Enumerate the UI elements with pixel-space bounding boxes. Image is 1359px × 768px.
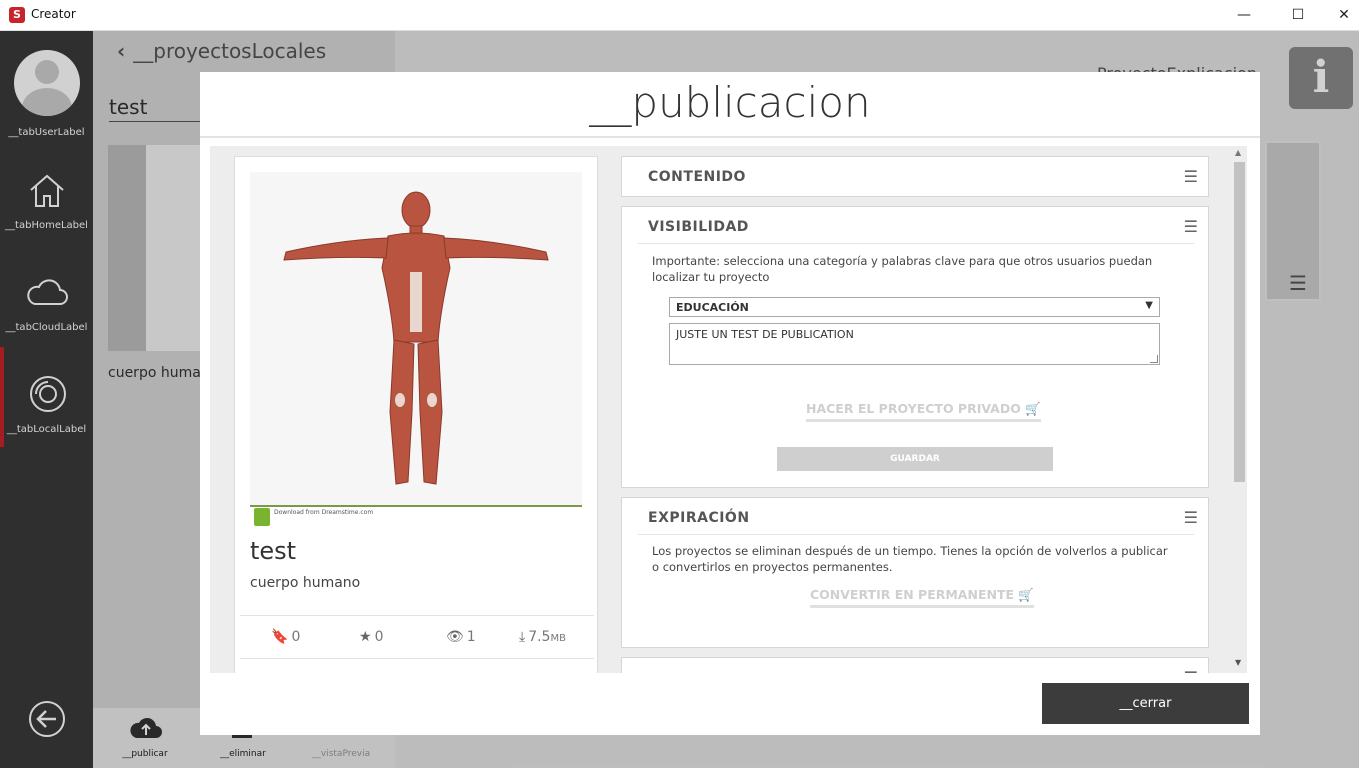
scrollbar-thumb[interactable]	[1234, 162, 1245, 482]
panel-title: CONTENIDO	[648, 169, 746, 185]
panel-title: VISIBILIDAD	[648, 219, 749, 235]
image-footer-text: Download from Dreamstime.com	[274, 509, 374, 516]
close-dialog-button[interactable]: __cerrar	[1042, 683, 1249, 724]
panel-next[interactable]: ☰	[621, 657, 1209, 673]
star-icon: ★	[359, 629, 372, 645]
panel-expiracion: EXPIRACIÓN ☰ Los proyectos se eliminan d…	[621, 497, 1209, 648]
minimize-button[interactable]: —	[1221, 0, 1267, 31]
star-count: ★ 0	[359, 629, 384, 645]
chevron-down-icon: ▼	[1145, 300, 1153, 311]
scroll-down-icon[interactable]: ▼	[1235, 658, 1241, 667]
maximize-button[interactable]: ☐	[1275, 0, 1321, 31]
panel-contenido[interactable]: CONTENIDO ☰	[621, 156, 1209, 197]
divider	[638, 534, 1194, 535]
cart-icon: 🛒	[1018, 587, 1034, 602]
view-count: 👁 1	[446, 629, 476, 645]
download-icon: ⤓	[519, 629, 526, 645]
bookmark-icon: 🔖	[271, 629, 289, 645]
keywords-textarea[interactable]: JUSTE UN TEST DE PUBLICATION	[669, 323, 1160, 365]
visibility-info-text: Importante: selecciona una categoría y p…	[652, 254, 1153, 284]
divider	[240, 615, 594, 616]
project-name: test	[250, 537, 297, 565]
panel-visibilidad: VISIBILIDAD ☰ Importante: selecciona una…	[621, 206, 1209, 488]
project-description: cuerpo humano	[250, 575, 361, 591]
project-image: Download from Dreamstime.com	[250, 172, 582, 527]
divider	[200, 136, 1260, 138]
window-title: Creator	[31, 7, 76, 21]
category-select-value: EDUCACIÓN	[676, 301, 749, 314]
app-logo-icon: S	[9, 7, 25, 23]
project-card: Download from Dreamstime.com test cuerpo…	[234, 156, 598, 673]
menu-icon[interactable]: ☰	[1184, 508, 1198, 527]
dreamstime-logo-icon	[254, 508, 270, 526]
scrollbar[interactable]: ▲ ▼	[1232, 148, 1246, 673]
bookmark-count: 🔖 0	[271, 629, 301, 645]
keywords-value: JUSTE UN TEST DE PUBLICATION	[676, 328, 854, 341]
menu-icon[interactable]: ☰	[1184, 217, 1198, 236]
make-private-button[interactable]: HACER EL PROYECTO PRIVADO 🛒	[806, 401, 1041, 422]
close-window-button[interactable]: ✕	[1321, 0, 1359, 31]
eye-icon: 👁	[446, 629, 464, 645]
resize-handle[interactable]	[1150, 355, 1158, 363]
title-bar: S Creator — ☐ ✕	[0, 0, 1359, 31]
file-size: ⤓ 7.5MB	[519, 629, 566, 645]
cart-icon: 🛒	[1025, 401, 1041, 416]
scroll-up-icon[interactable]: ▲	[1235, 148, 1241, 157]
divider	[638, 243, 1194, 244]
dialog-body: Download from Dreamstime.com test cuerpo…	[210, 146, 1247, 673]
panel-title: EXPIRACIÓN	[648, 510, 750, 526]
make-permanent-button[interactable]: CONVERTIR EN PERMANENTE 🛒	[810, 587, 1034, 608]
dialog-title: __publicacion	[589, 78, 871, 127]
menu-icon[interactable]: ☰	[1184, 167, 1198, 186]
category-select[interactable]: EDUCACIÓN ▼	[669, 297, 1160, 317]
divider	[240, 658, 594, 659]
expiration-info-text: Los proyectos se eliminan después de un …	[652, 544, 1168, 574]
save-button[interactable]: GUARDAR	[777, 447, 1053, 471]
publish-dialog: __publicacion Download from Dreamstime.c…	[200, 72, 1260, 735]
menu-icon[interactable]: ☰	[1184, 668, 1198, 673]
human-muscle-figure	[283, 191, 549, 485]
